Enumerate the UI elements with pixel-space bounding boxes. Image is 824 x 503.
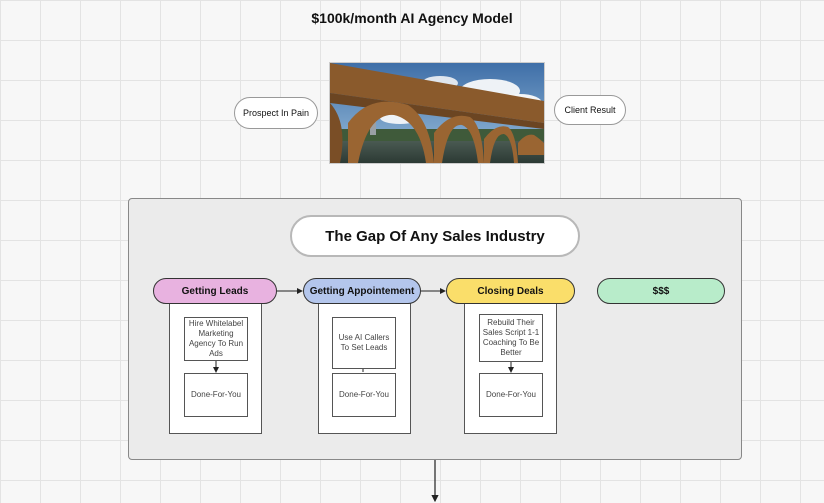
stage-getting-appointment-label: Getting Appointement [309,285,415,297]
stage-closing-deals-label: Closing Deals [477,285,544,297]
appointment-step-1-text: Use AI Callers To Set Leads [338,333,390,352]
closing-step-1-text: Rebuild Their Sales Script 1-1 Coaching … [482,318,540,357]
stage-getting-appointment[interactable]: Getting Appointement [303,278,421,304]
stage-money-label: $$$ [652,285,670,297]
leads-step-2[interactable]: Done-For-You [184,373,248,417]
stage-money[interactable]: $$$ [597,278,725,304]
appointment-step-2-text: Done-For-You [339,390,389,399]
stage-closing-deals[interactable]: Closing Deals [446,278,575,304]
stage-getting-leads[interactable]: Getting Leads [153,278,277,304]
leads-step-1-text: Hire Whitelabel Marketing Agency To Run … [188,319,244,358]
stage-getting-leads-label: Getting Leads [181,285,249,297]
closing-step-2-text: Done-For-You [486,390,536,399]
leads-step-2-text: Done-For-You [191,390,241,399]
connectors [213,288,514,503]
appointment-step-1[interactable]: Use AI Callers To Set Leads [332,317,396,369]
leads-step-1[interactable]: Hire Whitelabel Marketing Agency To Run … [184,317,248,361]
appointment-step-2[interactable]: Done-For-You [332,373,396,417]
closing-step-1[interactable]: Rebuild Their Sales Script 1-1 Coaching … [479,314,543,362]
closing-step-2[interactable]: Done-For-You [479,373,543,417]
